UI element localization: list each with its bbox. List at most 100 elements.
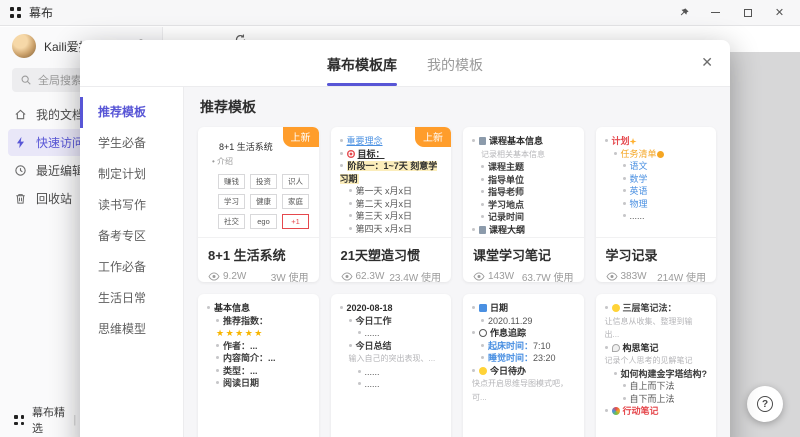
preview-text: 记录时间 xyxy=(488,212,524,222)
preview-text: 自上而下法 xyxy=(630,381,675,391)
fist-icon xyxy=(657,151,664,158)
bullet-icon xyxy=(472,139,475,142)
bullet-icon xyxy=(349,189,352,192)
card-views: 62.3W xyxy=(356,271,385,282)
preview-line: 作者：... xyxy=(216,340,310,353)
bullet-icon xyxy=(340,152,343,155)
preview-text: ★★★★★ xyxy=(216,328,264,338)
category-item-thinking-models[interactable]: 思维模型 xyxy=(80,314,183,345)
preview-cell: 赚钱 xyxy=(218,174,245,189)
preview-table: 赚钱投资识人学习健康家庭社交ego+1 xyxy=(218,174,310,229)
bullet-icon xyxy=(340,164,343,167)
app-window: 幕布 ✕ Kaili爱捣 ▸ 全局搜索 Ctrl+ xyxy=(0,0,800,437)
question-mark-icon: ? xyxy=(757,396,773,412)
close-icon[interactable]: ✕ xyxy=(701,54,713,71)
preview-line: 内容简介：... xyxy=(216,352,310,365)
bullet-icon xyxy=(623,384,626,387)
avatar[interactable] xyxy=(12,34,36,58)
preview-text: 推荐指数： xyxy=(223,316,268,326)
palette-icon xyxy=(612,407,620,415)
preview-cell: +1 xyxy=(282,214,309,229)
preview-text: 数学 xyxy=(630,174,648,184)
template-card[interactable]: 上新 重要理念目标：阶段一：1~7天 刻意学习期第一天 x月x日第二天 x月x日… xyxy=(331,127,452,282)
preview-line: 记录个人思考的见解笔记 xyxy=(605,354,708,368)
preview-line: 第一天 x月x日 xyxy=(349,185,443,198)
preview-text: 7:10 xyxy=(533,341,551,351)
tab-my-templates[interactable]: 我的模板 xyxy=(427,55,483,75)
category-item-recommended[interactable]: 推荐模板 xyxy=(80,97,183,128)
card-views-wrap: 143W xyxy=(473,271,514,282)
tab-template-library[interactable]: 幕布模板库 xyxy=(327,55,397,86)
card-footer: 21天塑造习惯 62.3W 23.4W 使用 xyxy=(331,245,452,282)
minimize-button[interactable] xyxy=(709,6,722,19)
preview-text: 构思笔记 xyxy=(623,343,659,353)
bullet-icon xyxy=(623,189,626,192)
template-card[interactable]: 计划任务清单语文数学英语物理...... 学习记录 383W 214W 使用 xyxy=(596,127,717,282)
clipboard-icon xyxy=(479,137,486,145)
card-views-wrap: 383W xyxy=(606,271,647,282)
preview-line: 睡觉时间：23:20 xyxy=(481,352,575,365)
bullet-icon xyxy=(605,306,608,309)
window-titlebar: 幕布 ✕ xyxy=(0,0,800,26)
pin-window-icon[interactable] xyxy=(677,6,690,19)
preview-line: 作息追踪 xyxy=(472,327,575,340)
template-card[interactable]: 2020-08-18今日工作......今日总结输入自己的突出表现、......… xyxy=(331,294,452,437)
template-card[interactable]: 三层笔记法：让信息从收集、整理到输出...构思笔记记录个人思考的见解笔记如何构建… xyxy=(596,294,717,437)
bullet-icon xyxy=(623,177,626,180)
card-views: 383W xyxy=(621,271,647,282)
bullet-icon xyxy=(481,178,484,181)
category-item-reading-writing[interactable]: 读书写作 xyxy=(80,190,183,221)
featured-brand: 幕布精选 xyxy=(32,404,67,436)
preview-line: 第二天 x月x日 xyxy=(349,198,443,211)
app-title: 幕布 xyxy=(29,4,53,21)
preview-text: 起床时间： xyxy=(488,341,533,351)
sidebar-item-label: 最近编辑 xyxy=(36,162,84,179)
category-item-daily-life[interactable]: 生活日常 xyxy=(80,283,183,314)
preview-text: 课程主题 xyxy=(488,162,524,172)
views-eye-icon xyxy=(473,272,485,281)
template-card[interactable]: 课程基本信息记录相关基本信息课程主题指导单位指导老师学习地点记录时间课程大纲 课… xyxy=(463,127,584,282)
views-eye-icon xyxy=(341,272,353,281)
maximize-button[interactable] xyxy=(741,6,754,19)
bullet-icon xyxy=(614,152,617,155)
bullet-icon xyxy=(472,306,475,309)
clipboard-icon xyxy=(479,226,486,234)
preview-text: 自下而上法 xyxy=(630,394,675,404)
bullet-icon xyxy=(623,397,626,400)
preview-cell: ego xyxy=(250,214,277,229)
preview-line: 语文 xyxy=(623,160,708,173)
footer-divider: | xyxy=(73,414,76,426)
preview-line: 构思笔记 xyxy=(605,342,708,355)
template-grid: 上新 8+1 生活系统• 介绍赚钱投资识人学习健康家庭社交ego+1 8+1 生… xyxy=(198,127,716,437)
bullet-icon xyxy=(614,372,617,375)
trash-icon xyxy=(14,192,27,205)
help-button[interactable]: ? xyxy=(747,386,783,422)
views-eye-icon xyxy=(606,272,618,281)
bullet-icon xyxy=(605,346,608,349)
preview-text: 任务清单 xyxy=(621,149,657,159)
category-item-planning[interactable]: 制定计划 xyxy=(80,159,183,190)
category-item-students[interactable]: 学生必备 xyxy=(80,128,183,159)
preview-text: 重要理念 xyxy=(347,136,383,146)
preview-text: 让信息从收集、整理到输出... xyxy=(605,317,693,340)
clock-icon xyxy=(14,164,27,177)
preview-text: 学习地点 xyxy=(488,200,524,210)
category-item-work[interactable]: 工作必备 xyxy=(80,252,183,283)
bullet-icon xyxy=(481,215,484,218)
preview-line: 推荐指数： ★★★★★ xyxy=(216,315,310,340)
preview-line: 自下而上法 xyxy=(623,393,708,406)
preview-text: 三层笔记法： xyxy=(623,303,677,313)
card-preview: 日期2020.11.29作息追踪起床时间：7:10睡觉时间：23:20今日待办快… xyxy=(463,294,584,404)
bullet-icon xyxy=(216,369,219,372)
bullet-icon xyxy=(349,319,352,322)
template-card[interactable]: 基本信息推荐指数：★★★★★作者：...内容简介：...类型：...阅读日期 xyxy=(198,294,319,437)
template-card[interactable]: 上新 8+1 生活系统• 介绍赚钱投资识人学习健康家庭社交ego+1 8+1 生… xyxy=(198,127,319,282)
preview-text: 阶段一：1~7天 刻意学习期 xyxy=(340,161,438,184)
close-window-button[interactable]: ✕ xyxy=(773,6,786,19)
card-preview: 计划任务清单语文数学英语物理...... xyxy=(596,127,717,238)
bullet-icon xyxy=(216,381,219,384)
category-item-exam-prep[interactable]: 备考专区 xyxy=(80,221,183,252)
preview-text: 内容简介：... xyxy=(223,353,276,363)
template-card[interactable]: 日期2020.11.29作息追踪起床时间：7:10睡觉时间：23:20今日待办快… xyxy=(463,294,584,437)
preview-line: 日期 xyxy=(472,302,575,315)
